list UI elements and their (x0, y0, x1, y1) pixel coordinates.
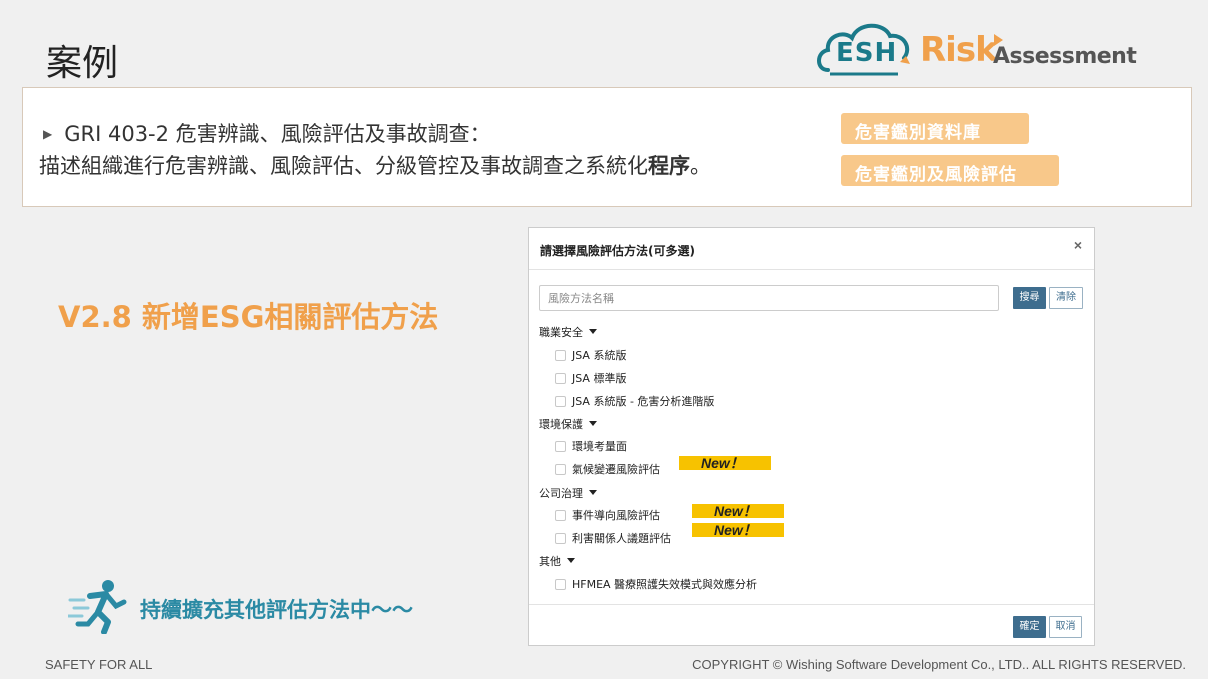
ongoing-expansion-text: 持續擴充其他評估方法中～～ (140, 598, 413, 622)
new-badge: New！ (692, 523, 784, 537)
option-label: JSA 系統版 (572, 349, 627, 362)
checkbox[interactable] (555, 372, 566, 384)
gri-description: 描述組織進行危害辨識、風險評估、分級管控及事故調查之系統化程序。 (39, 150, 711, 180)
confirm-button[interactable]: 確定 (1013, 616, 1046, 638)
gri-text: GRI 403-2 危害辨識、風險評估及事故調查： (64, 122, 491, 146)
option-label: HFMEA 醫療照護失效模式與效應分析 (572, 578, 758, 591)
checkbox[interactable] (555, 395, 566, 407)
option-label: 環境考量面 (572, 440, 627, 453)
option-climate-risk[interactable]: 氣候變遷風險評估 (555, 461, 660, 477)
clear-button[interactable]: 清除 (1049, 287, 1083, 309)
checkbox[interactable] (555, 578, 566, 590)
tag-hazard-database: 危害鑑別資料庫 (841, 113, 1029, 144)
new-badge: New！ (692, 504, 784, 518)
group-label: 環境保護 (539, 418, 583, 431)
runner-icon (68, 580, 127, 634)
group-occupational-safety[interactable]: 職業安全 (539, 324, 597, 340)
footer-copyright: COPYRIGHT © Wishing Software Development… (692, 657, 1186, 672)
gri-line: ▶ GRI 403-2 危害辨識、風險評估及事故調查： (43, 118, 491, 148)
close-icon[interactable]: × (1074, 237, 1082, 253)
option-label: 事件導向風險評估 (572, 509, 660, 522)
option-label: JSA 系統版 - 危害分析進階版 (572, 395, 715, 408)
group-other[interactable]: 其他 (539, 553, 575, 569)
esh-risk-logo: ESH Risk Assessment (814, 18, 1137, 80)
caret-down-icon (589, 421, 597, 426)
option-hfmea[interactable]: HFMEA 醫療照護失效模式與效應分析 (555, 576, 757, 592)
checkbox[interactable] (555, 509, 566, 521)
slide-title: 案例 (46, 43, 119, 84)
gri-desc-prefix: 描述組織進行危害辨識、風險評估、分級管控及事故調查之系統化 (39, 154, 648, 178)
dialog-footer-divider (529, 604, 1094, 605)
caret-down-icon (567, 558, 575, 563)
group-label: 其他 (539, 555, 561, 568)
option-jsa-standard[interactable]: JSA 標準版 (555, 370, 626, 386)
checkbox[interactable] (555, 440, 566, 452)
group-label: 公司治理 (539, 487, 583, 500)
option-jsa-advanced[interactable]: JSA 系統版 - 危害分析進階版 (555, 393, 714, 409)
method-search-input[interactable] (539, 285, 999, 311)
group-environmental-protection[interactable]: 環境保護 (539, 416, 597, 432)
option-environmental-aspects[interactable]: 環境考量面 (555, 438, 627, 454)
group-corporate-governance[interactable]: 公司治理 (539, 485, 597, 501)
caret-down-icon (589, 490, 597, 495)
option-stakeholder-issues[interactable]: 利害關係人議題評估 (555, 530, 671, 546)
option-label: 利害關係人議題評估 (572, 532, 671, 545)
footer-tagline: SAFETY FOR ALL (45, 657, 153, 672)
gri-desc-suffix: 。 (690, 154, 711, 178)
triangle-bullet-icon: ▶ (43, 127, 53, 141)
caret-down-icon (589, 329, 597, 334)
option-jsa-system[interactable]: JSA 系統版 (555, 347, 626, 363)
option-label: 氣候變遷風險評估 (572, 463, 660, 476)
new-badge: New！ (679, 456, 771, 470)
dialog-title: 請選擇風險評估方法(可多選) (540, 244, 695, 258)
logo-assessment-text: Assessment (993, 44, 1137, 69)
checkbox[interactable] (555, 349, 566, 361)
dialog-header: 請選擇風險評估方法(可多選) × (529, 228, 1094, 270)
option-label: JSA 標準版 (572, 372, 627, 385)
risk-method-dialog: 請選擇風險評估方法(可多選) × 搜尋 清除 職業安全 JSA 系統版 JSA … (528, 227, 1095, 646)
option-event-oriented-risk[interactable]: 事件導向風險評估 (555, 507, 660, 523)
gri-info-box: ▶ GRI 403-2 危害辨識、風險評估及事故調查： 描述組織進行危害辨識、風險… (22, 87, 1192, 207)
checkbox[interactable] (555, 463, 566, 475)
logo-risk-text: Risk (920, 30, 998, 70)
group-label: 職業安全 (539, 326, 583, 339)
headline: V2.8 新增ESG相關評估方法 (58, 300, 439, 334)
search-button[interactable]: 搜尋 (1013, 287, 1046, 309)
cancel-button[interactable]: 取消 (1049, 616, 1082, 638)
logo-esh-text: ESH (836, 38, 898, 68)
gri-desc-bold: 程序 (648, 154, 690, 178)
tag-hazard-risk-assessment: 危害鑑別及風險評估 (841, 155, 1059, 186)
checkbox[interactable] (555, 532, 566, 544)
